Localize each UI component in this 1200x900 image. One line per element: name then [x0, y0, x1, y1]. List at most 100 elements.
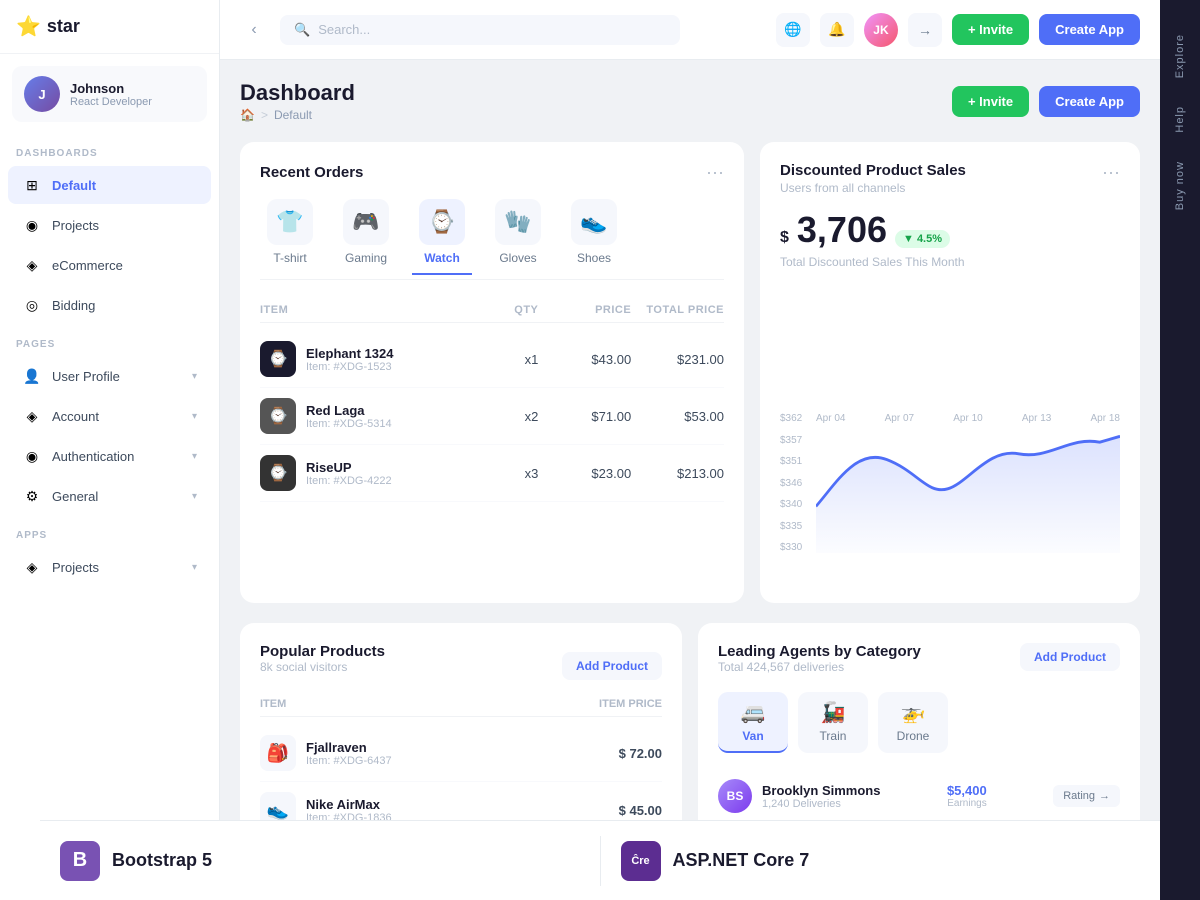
user-avatar: J: [24, 76, 60, 112]
sidebar-item-label: Bidding: [52, 298, 197, 313]
topbar-actions: 🌐 🔔 JK → + Invite Create App: [776, 13, 1140, 47]
product-name: Fjallraven: [306, 740, 392, 755]
table-row: ⌚ Red Laga Item: #XDG-5314 x2 $71.00 $53…: [260, 388, 724, 445]
gaming-icon: 🎮: [343, 199, 389, 245]
cat-label: Shoes: [577, 251, 611, 265]
cat-tab-watch[interactable]: ⌚ Watch: [412, 199, 472, 275]
agent-info: BS Brooklyn Simmons 1,240 Deliveries: [718, 779, 880, 813]
search-icon: 🔍: [294, 22, 310, 38]
notification-icon-button[interactable]: 🔔: [820, 13, 854, 47]
sidebar-item-bidding[interactable]: ◎ Bidding: [8, 286, 211, 324]
sidebar-item-user-profile[interactable]: 👤 User Profile ▾: [8, 357, 211, 395]
breadcrumb-separator: >: [261, 108, 268, 122]
card-menu-icon[interactable]: ···: [706, 162, 724, 183]
order-qty: x3: [446, 466, 539, 481]
right-panel-buynow[interactable]: Buy now: [1166, 147, 1194, 224]
order-item-info: ⌚ RiseUP Item: #XDG-4222: [260, 455, 446, 491]
promo-overlay: B Bootstrap 5 Ĉre ASP.NET Core 7: [220, 820, 1160, 900]
user-profile-card[interactable]: J Johnson React Developer: [12, 66, 207, 122]
sidebar-item-ecommerce[interactable]: ◈ eCommerce: [8, 246, 211, 284]
category-tabs: 👕 T-shirt 🎮 Gaming ⌚ Watch 🧤: [260, 199, 724, 280]
cat-label: Gaming: [345, 251, 387, 265]
sidebar-item-general[interactable]: ⚙ General ▾: [8, 477, 211, 515]
search-bar[interactable]: 🔍: [280, 15, 680, 45]
collapse-button[interactable]: ‹: [240, 16, 268, 44]
agents-subtitle: Total 424,567 deliveries: [718, 660, 921, 674]
discount-sales-card: Discounted Product Sales Users from all …: [760, 142, 1140, 603]
product-info: 🎒 Fjallraven Item: #XDG-6437: [260, 735, 528, 771]
logo-icon: ⭐: [16, 14, 41, 39]
create-app-button[interactable]: Create App: [1039, 14, 1140, 45]
agent-tab-label: Van: [742, 729, 763, 743]
promo-bootstrap: B Bootstrap 5: [220, 841, 580, 881]
agent-tab-van[interactable]: 🚐 Van: [718, 692, 788, 753]
cat-tab-tshirt[interactable]: 👕 T-shirt: [260, 199, 320, 275]
cards-row: Recent Orders ··· 👕 T-shirt 🎮 Gaming: [240, 142, 1140, 603]
order-item-code: Item: #XDG-5314: [306, 418, 392, 430]
order-price: $23.00: [538, 466, 631, 481]
header-create-button[interactable]: Create App: [1039, 86, 1140, 117]
topbar-user-avatar[interactable]: JK: [864, 13, 898, 47]
currency-symbol: $: [780, 229, 789, 247]
arrow-icon: →: [1099, 790, 1110, 802]
popular-products-header: Popular Products 8k social visitors Add …: [260, 643, 662, 688]
account-icon: ◈: [22, 406, 42, 426]
discount-value: 3,706: [797, 209, 887, 251]
list-item: 🎒 Fjallraven Item: #XDG-6437 $ 72.00: [260, 725, 662, 782]
sidebar-item-label: Account: [52, 409, 182, 424]
discount-subtitle: Users from all channels: [780, 181, 966, 195]
sidebar-item-label: Default: [52, 178, 197, 193]
col-total: TOTAL PRICE: [631, 304, 724, 316]
search-input[interactable]: [318, 22, 666, 37]
breadcrumb-current: Default: [274, 108, 312, 122]
product-code: Item: #XDG-6437: [306, 755, 392, 767]
chevron-down-icon: ▾: [192, 411, 197, 422]
agent-avatar: BS: [718, 779, 752, 813]
cat-tab-gloves[interactable]: 🧤 Gloves: [488, 199, 548, 275]
invite-button[interactable]: + Invite: [952, 14, 1029, 45]
add-product-button[interactable]: Add Product: [562, 652, 662, 680]
col-qty: QTY: [446, 304, 539, 316]
sidebar-item-default[interactable]: ⊞ Default: [8, 166, 211, 204]
rating-button[interactable]: Rating →: [1053, 785, 1120, 807]
agent-deliveries: 1,240 Deliveries: [762, 798, 880, 810]
right-panel-help[interactable]: Help: [1166, 92, 1194, 147]
header-invite-button[interactable]: + Invite: [952, 86, 1029, 117]
app-logo: ⭐ star: [0, 0, 219, 54]
cat-tab-shoes[interactable]: 👟 Shoes: [564, 199, 624, 275]
cat-label: Watch: [424, 251, 460, 265]
sidebar-item-projects[interactable]: ◉ Projects: [8, 206, 211, 244]
user-name: Johnson: [70, 81, 152, 96]
sidebar-item-authentication[interactable]: ◉ Authentication ▾: [8, 437, 211, 475]
sidebar-item-account[interactable]: ◈ Account ▾: [8, 397, 211, 435]
popular-products-subtitle: 8k social visitors: [260, 660, 385, 674]
globe-icon-button[interactable]: 🌐: [776, 13, 810, 47]
agent-tab-train[interactable]: 🚂 Train: [798, 692, 868, 753]
product-image: 🎒: [260, 735, 296, 771]
discount-description: Total Discounted Sales This Month: [780, 255, 1120, 269]
recent-orders-title: Recent Orders: [260, 164, 363, 181]
tshirt-icon: 👕: [267, 199, 313, 245]
chart-svg: [816, 413, 1120, 553]
agent-tab-drone[interactable]: 🚁 Drone: [878, 692, 948, 753]
aspnet-label: ASP.NET Core 7: [673, 850, 810, 871]
order-total: $213.00: [631, 466, 724, 481]
gloves-icon: 🧤: [495, 199, 541, 245]
order-item-code: Item: #XDG-4222: [306, 475, 392, 487]
sidebar-item-apps-projects[interactable]: ◈ Projects ▾: [8, 548, 211, 586]
cat-tab-gaming[interactable]: 🎮 Gaming: [336, 199, 396, 275]
watch-icon: ⌚: [419, 199, 465, 245]
chart-y-label: $346: [780, 478, 816, 489]
recent-orders-header: Recent Orders ···: [260, 162, 724, 183]
sidebar-item-label: Projects: [52, 218, 197, 233]
promo-aspnet: Ĉre ASP.NET Core 7: [621, 841, 1141, 881]
page-header: Dashboard 🏠 > Default + Invite Create Ap…: [240, 80, 1140, 122]
sidebar-item-label: Authentication: [52, 449, 182, 464]
discount-card-menu-icon[interactable]: ···: [1102, 162, 1120, 183]
agents-add-button[interactable]: Add Product: [1020, 643, 1120, 671]
agents-category-tabs: 🚐 Van 🚂 Train 🚁 Drone: [718, 692, 1120, 753]
arrow-right-icon-button[interactable]: →: [908, 13, 942, 47]
order-item-name: Elephant 1324: [306, 346, 393, 361]
drone-icon: 🚁: [901, 700, 926, 725]
right-panel-explore[interactable]: Explore: [1166, 20, 1194, 92]
